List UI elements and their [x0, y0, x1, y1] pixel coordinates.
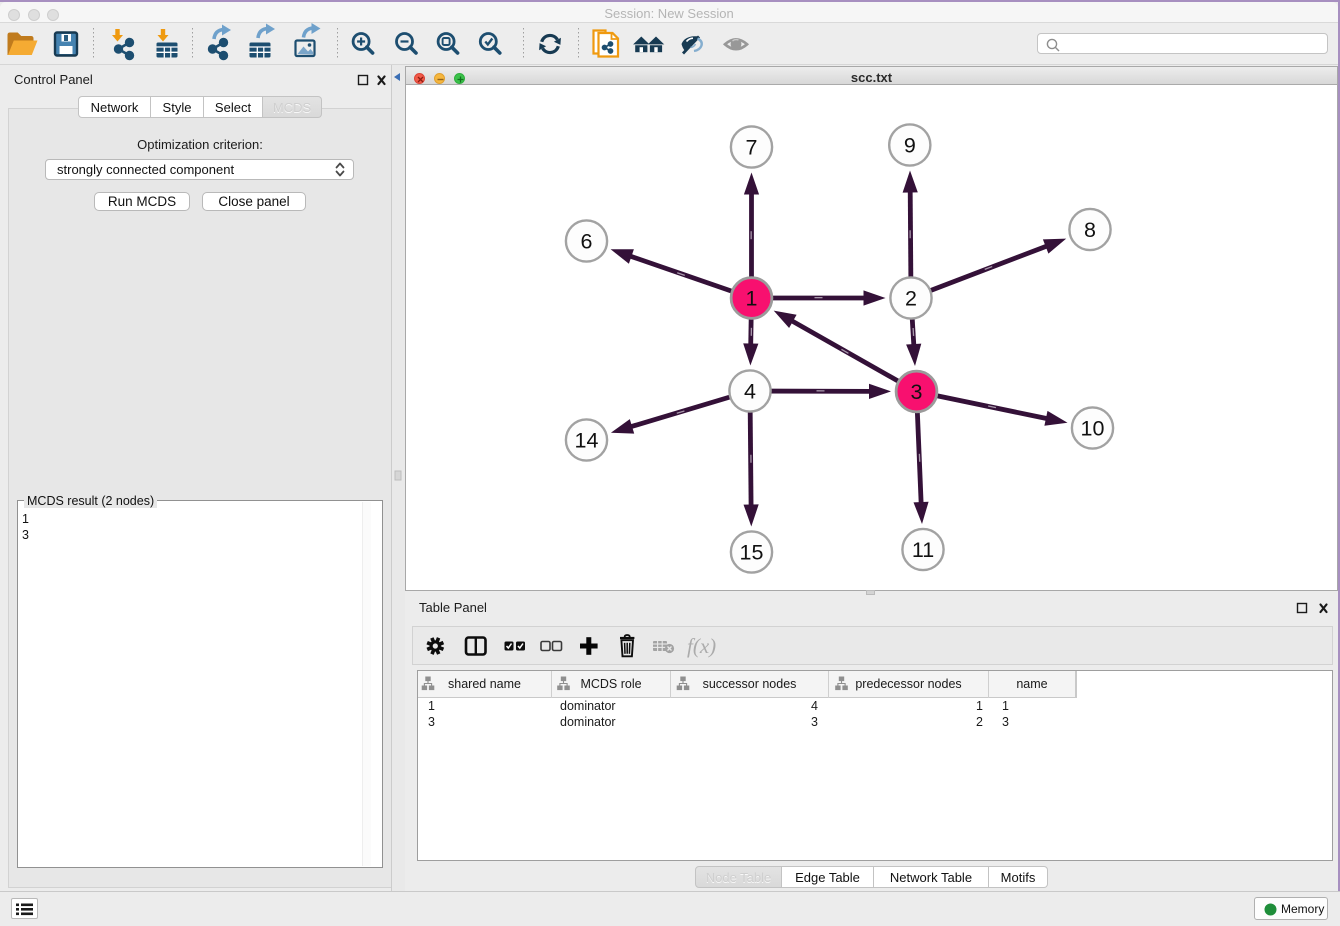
svg-text:1: 1 [746, 287, 758, 311]
svg-text:11: 11 [912, 538, 934, 562]
svg-text:14: 14 [575, 429, 599, 453]
svg-text:2: 2 [905, 287, 917, 311]
svg-text:7: 7 [746, 136, 758, 160]
svg-text:f(x): f(x) [687, 634, 716, 658]
svg-text:9: 9 [904, 134, 916, 158]
svg-text:6: 6 [581, 230, 593, 254]
svg-text:8: 8 [1084, 218, 1096, 242]
svg-text:10: 10 [1081, 417, 1105, 441]
svg-text:15: 15 [740, 541, 764, 565]
svg-text:4: 4 [744, 380, 756, 404]
svg-text:3: 3 [911, 380, 923, 404]
